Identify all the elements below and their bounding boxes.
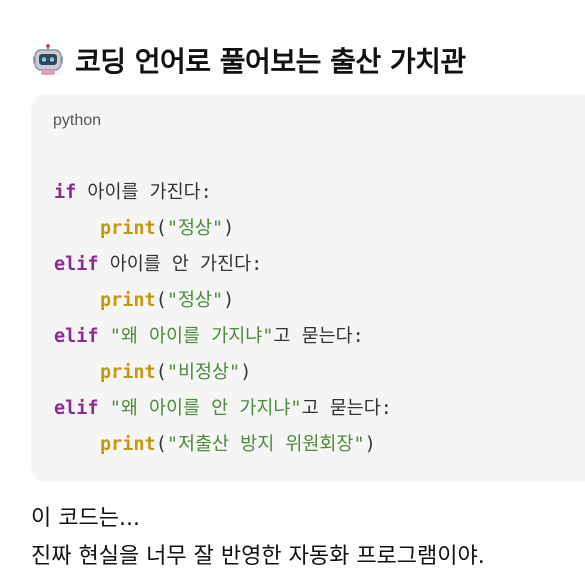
message-body: 이 코드는... 진짜 현실을 너무 잘 반영한 자동화 프로그램이야. — [31, 500, 485, 576]
code-keyword: elif — [54, 254, 99, 275]
code-line: elif "왜 아이를 가지냐"고 묻는다: — [54, 319, 392, 355]
page-title: 코딩 언어로 풀어보는 출산 가치관 — [75, 45, 466, 78]
code-paren: ( — [155, 290, 167, 311]
robot-icon — [33, 44, 63, 76]
code-text: 고 묻는다: — [273, 326, 364, 347]
section-heading: 코딩 언어로 풀어보는 출산 가치관 — [33, 40, 575, 80]
code-string: "왜 아이를 가지냐" — [98, 326, 274, 347]
code-line: print("저출산 방지 위원회장") — [54, 427, 392, 463]
body-line: 이 코드는... — [31, 506, 140, 531]
code-keyword: if — [54, 182, 77, 203]
code-function: print — [100, 362, 156, 383]
code-paren: ( — [155, 434, 167, 455]
code-line: elif "왜 아이를 안 가지냐"고 묻는다: — [54, 391, 392, 427]
code-block: python if 아이를 가진다: print("정상") elif 아이를 안 … — [31, 95, 585, 481]
code-line: print("정상") — [54, 211, 392, 247]
code-line: elif 아이를 안 가진다: — [54, 247, 392, 283]
code-string: "정상" — [166, 218, 224, 239]
code-keyword: elif — [54, 326, 99, 347]
code-string: "저출산 방지 위원회장" — [166, 434, 365, 455]
code-paren: ) — [364, 434, 376, 455]
code-line: if 아이를 가진다: — [54, 175, 392, 211]
code-paren: ( — [155, 362, 167, 383]
code-paren: ) — [240, 362, 252, 383]
code-paren: ( — [155, 218, 167, 239]
code-function: print — [100, 290, 156, 311]
code-string: "왜 아이를 안 가지냐" — [98, 398, 302, 419]
code-content: if 아이를 가진다: print("정상") elif 아이를 안 가진다: pri… — [54, 175, 392, 463]
code-text: 아이를 가진다: — [76, 182, 212, 203]
code-function: print — [100, 218, 156, 239]
code-function: print — [100, 434, 156, 455]
code-string: "비정상" — [166, 362, 241, 383]
code-string: "정상" — [166, 290, 224, 311]
code-keyword: elif — [54, 398, 99, 419]
body-line: 진짜 현실을 너무 잘 반영한 자동화 프로그램이야. — [31, 544, 485, 569]
code-text: 아이를 안 가진다: — [98, 254, 263, 275]
code-paren: ) — [223, 218, 235, 239]
code-language-label: python — [53, 112, 102, 129]
code-text: 고 묻는다: — [301, 398, 392, 419]
code-line: print("정상") — [54, 283, 392, 319]
code-line: print("비정상") — [54, 355, 392, 391]
code-paren: ) — [223, 290, 235, 311]
